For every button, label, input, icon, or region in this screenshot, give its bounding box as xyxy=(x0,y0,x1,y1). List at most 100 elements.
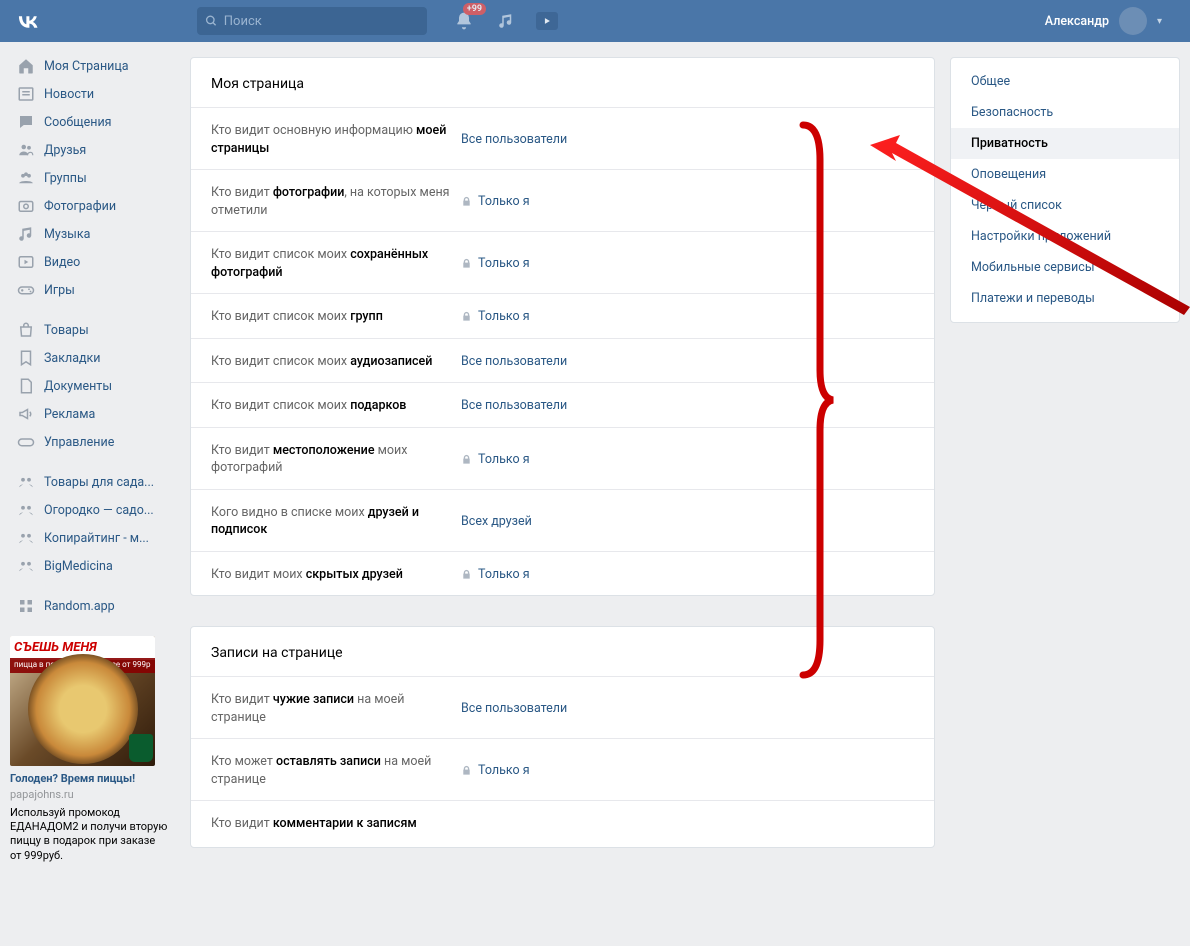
games-icon xyxy=(16,280,36,300)
nav-label: BigMedicina xyxy=(44,559,113,574)
section-title: Моя страница xyxy=(191,58,934,107)
bookmark-icon xyxy=(16,348,36,368)
row-value-dropdown[interactable]: Только я xyxy=(461,452,530,467)
settings-tab-3[interactable]: Оповещения xyxy=(951,159,1179,190)
settings-section: Моя страницаКто видит основную информаци… xyxy=(190,57,935,596)
settings-tab-5[interactable]: Настройки приложений xyxy=(951,221,1179,252)
privacy-row: Кто видит список моих группТолько я xyxy=(191,293,934,338)
row-value-dropdown[interactable]: Все пользователи xyxy=(461,398,567,413)
nav-label: Сообщения xyxy=(44,115,112,130)
row-value-dropdown[interactable]: Все пользователи xyxy=(461,132,567,147)
groups-icon xyxy=(16,168,36,188)
lock-icon xyxy=(461,569,472,580)
row-label: Кто видит список моих сохранённых фотогр… xyxy=(211,246,461,281)
row-label: Кто видит список моих групп xyxy=(211,308,461,326)
row-label: Кто видит моих скрытых друзей xyxy=(211,566,461,584)
settings-tab-7[interactable]: Платежи и переводы xyxy=(951,283,1179,314)
ads-icon xyxy=(16,404,36,424)
nav-item-5[interactable]: Фотографии xyxy=(10,192,175,220)
settings-tab-1[interactable]: Безопасность xyxy=(951,97,1179,128)
row-value-dropdown[interactable]: Всех друзей xyxy=(461,514,532,529)
nav-item-21[interactable]: Random.app xyxy=(10,592,175,620)
row-value-dropdown[interactable]: Все пользователи xyxy=(461,354,567,369)
vk-logo[interactable] xyxy=(14,7,42,35)
privacy-row: Кто видит моих скрытых друзейТолько я xyxy=(191,551,934,596)
settings-tab-6[interactable]: Мобильные сервисы xyxy=(951,252,1179,283)
nav-label: Random.app xyxy=(44,599,115,614)
row-label: Кто видит местоположение моих фотографий xyxy=(211,442,461,477)
row-label: Кто может оставлять записи на моей стран… xyxy=(211,753,461,788)
nav-item-12[interactable]: Документы xyxy=(10,372,175,400)
nav-item-14[interactable]: Управление xyxy=(10,428,175,456)
nav-item-10[interactable]: Товары xyxy=(10,316,175,344)
row-value-dropdown[interactable]: Только я xyxy=(461,763,530,778)
row-label: Кто видит список моих аудиозаписей xyxy=(211,353,461,371)
nav-item-13[interactable]: Реклама xyxy=(10,400,175,428)
user-menu[interactable]: Александр ▾ xyxy=(1045,7,1162,35)
nav-item-18[interactable]: Копирайтинг - м... xyxy=(10,524,175,552)
privacy-row: Кто может оставлять записи на моей стран… xyxy=(191,738,934,800)
ad-block[interactable]: СЪЕШЬ МЕНЯпицца в подарок при заказе от … xyxy=(10,636,169,863)
row-label: Кого видно в списке моих друзей и подпис… xyxy=(211,504,461,539)
ad-title: Голоден? Время пиццы! xyxy=(10,772,169,787)
music-icon[interactable] xyxy=(494,9,518,33)
lock-icon xyxy=(461,196,472,207)
nav-item-7[interactable]: Видео xyxy=(10,248,175,276)
nav-item-2[interactable]: Сообщения xyxy=(10,108,175,136)
lock-icon xyxy=(461,311,472,322)
settings-tabs: ОбщееБезопасностьПриватностьОповещенияЧё… xyxy=(950,57,1180,323)
settings-tab-0[interactable]: Общее xyxy=(951,66,1179,97)
nav-label: Товары xyxy=(44,323,89,338)
nav-label: Игры xyxy=(44,283,75,298)
row-value-dropdown[interactable]: Только я xyxy=(461,194,530,209)
nav-item-17[interactable]: Огородко — садо... xyxy=(10,496,175,524)
nav-item-6[interactable]: Музыка xyxy=(10,220,175,248)
app-icon xyxy=(16,596,36,616)
avatar xyxy=(1119,7,1147,35)
nav-label: Видео xyxy=(44,255,80,270)
nav-label: Реклама xyxy=(44,407,95,422)
nav-label: Управление xyxy=(44,435,114,450)
nav-label: Музыка xyxy=(44,227,90,242)
left-nav: Моя Страница Новости Сообщения Друзья Группы… xyxy=(0,42,175,863)
privacy-row: Кто видит список моих сохранённых фотогр… xyxy=(191,231,934,293)
notifications-icon[interactable]: +99 xyxy=(452,9,476,33)
lock-icon xyxy=(461,454,472,465)
search-input[interactable] xyxy=(224,14,419,29)
search-box[interactable] xyxy=(197,7,427,35)
ext-icon xyxy=(16,528,36,548)
chevron-down-icon: ▾ xyxy=(1157,16,1162,27)
nav-label: Фотографии xyxy=(44,199,116,214)
search-icon xyxy=(205,14,218,28)
row-label: Кто видит фотографии, на которых меня от… xyxy=(211,184,461,219)
row-value-dropdown[interactable]: Только я xyxy=(461,256,530,271)
settings-tab-2[interactable]: Приватность xyxy=(951,128,1179,159)
nav-item-1[interactable]: Новости xyxy=(10,80,175,108)
nav-item-4[interactable]: Группы xyxy=(10,164,175,192)
nav-label: Друзья xyxy=(44,143,86,158)
nav-item-0[interactable]: Моя Страница xyxy=(10,52,175,80)
settings-tab-4[interactable]: Чёрный список xyxy=(951,190,1179,221)
nav-item-3[interactable]: Друзья xyxy=(10,136,175,164)
notif-badge: +99 xyxy=(463,3,486,15)
friends-icon xyxy=(16,140,36,160)
row-value-dropdown[interactable]: Все пользователи xyxy=(461,701,567,716)
nav-item-19[interactable]: BigMedicina xyxy=(10,552,175,580)
row-value-dropdown[interactable]: Только я xyxy=(461,309,530,324)
photo-icon xyxy=(16,196,36,216)
nav-label: Новости xyxy=(44,87,94,102)
video-play-icon[interactable] xyxy=(536,12,558,30)
nav-item-8[interactable]: Игры xyxy=(10,276,175,304)
ext-icon xyxy=(16,472,36,492)
nav-label: Группы xyxy=(44,171,87,186)
ext-icon xyxy=(16,556,36,576)
nav-item-16[interactable]: Товары для сада... xyxy=(10,468,175,496)
manage-icon xyxy=(16,432,36,452)
nav-item-11[interactable]: Закладки xyxy=(10,344,175,372)
row-label: Кто видит список моих подарков xyxy=(211,397,461,415)
row-value-dropdown[interactable]: Только я xyxy=(461,567,530,582)
nav-label: Копирайтинг - м... xyxy=(44,531,149,546)
nav-label: Товары для сада... xyxy=(44,475,154,490)
privacy-row: Кто видит список моих аудиозаписейВсе по… xyxy=(191,338,934,383)
lock-icon xyxy=(461,258,472,269)
